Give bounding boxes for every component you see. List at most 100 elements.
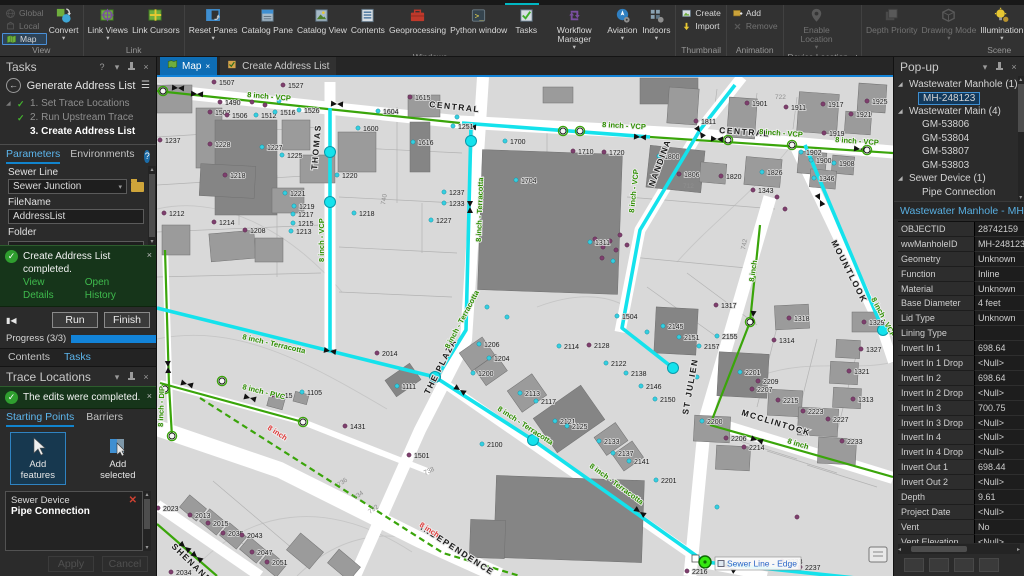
convert-button[interactable]: Convert▾ [47, 6, 81, 43]
field-value[interactable]: 9.61 [974, 490, 1024, 505]
catalog-view-button[interactable]: Catalog View [295, 6, 349, 36]
tab-parameters[interactable]: Parameters [6, 148, 60, 164]
field-value[interactable]: <Null> [974, 445, 1024, 460]
tree-node[interactable]: ◢Wastewater Manhole (1) [898, 78, 1018, 92]
skip-to-start-icon[interactable]: ▮◀ [6, 316, 46, 325]
field-value[interactable]: 700.75 [974, 401, 1024, 416]
notification-icon[interactable] [869, 547, 887, 562]
reset-panes-button[interactable]: Reset Panes▾ [187, 6, 240, 43]
task-step-2[interactable]: ✓2. Run Upstream Trace [6, 111, 152, 125]
task-menu-icon[interactable]: ☰ [141, 80, 150, 91]
add-selected-button[interactable]: Add selected [90, 432, 146, 485]
close-tab-icon[interactable]: × [205, 62, 210, 71]
sewer-line-dropdown[interactable]: Sewer Junction▾ [8, 179, 127, 194]
field-value[interactable] [974, 326, 1024, 341]
tab-starting-points[interactable]: Starting Points [6, 411, 74, 427]
parameters-scrollbar[interactable]: ▴▾ [148, 166, 156, 245]
filename-input[interactable]: AddressList [8, 209, 144, 224]
task-step-1[interactable]: ◢✓1. Set Trace Locations [6, 97, 152, 111]
tab-environments[interactable]: Environments [70, 148, 134, 164]
create-button[interactable]: Create [678, 7, 724, 19]
add-button[interactable]: Add [729, 7, 781, 19]
field-value[interactable]: <Null> [974, 356, 1024, 371]
field-value[interactable]: <Null> [974, 505, 1024, 520]
contents-button[interactable]: Contents [349, 6, 387, 36]
open-history-link[interactable]: Open History [85, 276, 142, 302]
chevron-down-icon[interactable]: ▾ [980, 62, 990, 73]
remove-item-icon[interactable]: ✕ [129, 495, 137, 506]
field-value[interactable]: No [974, 520, 1024, 535]
chevron-down-icon[interactable]: ▾ [112, 372, 122, 383]
field-value[interactable]: Inline [974, 267, 1024, 282]
toolbar-button[interactable] [954, 558, 974, 572]
expander-icon[interactable]: ◢ [898, 81, 906, 88]
tree-item[interactable]: GM-53806 [898, 118, 1018, 132]
toolbar-button[interactable] [929, 558, 949, 572]
expander-icon[interactable]: ◢ [898, 175, 906, 182]
finish-button[interactable]: Finish [104, 312, 150, 328]
tab-tasks[interactable]: Tasks [64, 351, 91, 363]
tree-item[interactable]: GM-53804 [898, 132, 1018, 146]
field-value[interactable]: MH-248123 [974, 237, 1024, 252]
field-value[interactable]: <Null> [974, 475, 1024, 490]
field-value[interactable]: <Null> [974, 430, 1024, 445]
list-scrollbar[interactable]: ▴▾ [143, 491, 151, 551]
geoprocessing-button[interactable]: Geoprocessing [387, 6, 448, 36]
toast-close-icon[interactable]: × [147, 391, 152, 401]
back-button[interactable]: ← [6, 78, 21, 93]
indoors-button[interactable]: Indoors▾ [639, 6, 673, 43]
close-icon[interactable]: × [141, 372, 151, 382]
field-value[interactable]: Unknown [974, 252, 1024, 267]
catalog-pane-button[interactable]: Catalog Pane [239, 6, 295, 36]
selected-manhole[interactable] [699, 556, 711, 568]
aviation-button[interactable]: Aviation▾ [605, 6, 639, 43]
tree-item[interactable]: GM-53803 [898, 159, 1018, 173]
link-cursors-button[interactable]: Link Cursors [130, 6, 182, 36]
add-features-button[interactable]: Add features [10, 432, 66, 485]
task-step-3[interactable]: 3. Create Address List [6, 125, 152, 139]
run-button[interactable]: Run [52, 312, 98, 328]
view-tab-create-address-list[interactable]: Create Address List [220, 57, 336, 75]
field-value[interactable]: 698.44 [974, 460, 1024, 475]
toast-close-icon[interactable]: × [147, 250, 152, 260]
close-icon[interactable]: × [141, 62, 151, 72]
parameters-help-icon[interactable]: ? [144, 150, 150, 163]
tab-contents[interactable]: Contents [8, 351, 50, 363]
tree-scrollbar[interactable]: ▴▾ [1018, 76, 1024, 201]
field-value[interactable]: Unknown [974, 282, 1024, 297]
tree-node[interactable]: ◢Sewer Device (1) [898, 172, 1018, 186]
import-button[interactable]: Import [678, 20, 724, 32]
tree-item[interactable]: Pipe Connection [898, 186, 1018, 200]
table-hscrollbar[interactable]: ◂▸ [898, 544, 1020, 554]
toolbar-button[interactable] [904, 558, 924, 572]
tasks-button[interactable]: Tasks [509, 6, 543, 36]
view-details-link[interactable]: View Details [23, 276, 77, 302]
link-views-button[interactable]: Link Views▾ [86, 6, 130, 43]
tab-barriers[interactable]: Barriers [86, 411, 123, 427]
field-value[interactable]: 698.64 [974, 371, 1024, 386]
field-value[interactable]: Unknown [974, 311, 1024, 326]
tree-item[interactable]: GM-53807 [898, 145, 1018, 159]
pin-icon[interactable] [995, 62, 1004, 72]
map-canvas[interactable]: 1507152716151616160016041251149015021506… [157, 77, 893, 576]
chevron-down-icon[interactable]: ▾ [112, 62, 122, 73]
field-value[interactable]: 698.64 [974, 341, 1024, 356]
browse-folder-icon[interactable] [131, 182, 144, 192]
tree-item-selected[interactable]: MH-248123 [918, 92, 980, 105]
toolbar-button[interactable] [979, 558, 999, 572]
list-item[interactable]: Sewer Device Pipe Connection ✕ [6, 492, 142, 520]
view-tab-map[interactable]: Map× [160, 57, 217, 75]
map-button[interactable]: Map [2, 33, 47, 45]
python-window-button[interactable]: >_Python window [448, 6, 509, 36]
field-value[interactable]: 4 feet [974, 296, 1024, 311]
close-icon[interactable]: × [1009, 62, 1019, 72]
illumination-button[interactable]: Illumination▾ [978, 6, 1024, 43]
pin-icon[interactable] [127, 62, 136, 72]
workflow-manager-button[interactable]: Workflow Manager▾ [543, 6, 605, 52]
expander-icon[interactable]: ◢ [898, 108, 906, 115]
help-icon[interactable]: ? [97, 62, 107, 72]
field-value[interactable]: <Null> [974, 386, 1024, 401]
tree-node[interactable]: ◢Wastewater Main (4) [898, 105, 1018, 119]
pin-icon[interactable] [127, 372, 136, 382]
field-value[interactable]: <Null> [974, 416, 1024, 431]
